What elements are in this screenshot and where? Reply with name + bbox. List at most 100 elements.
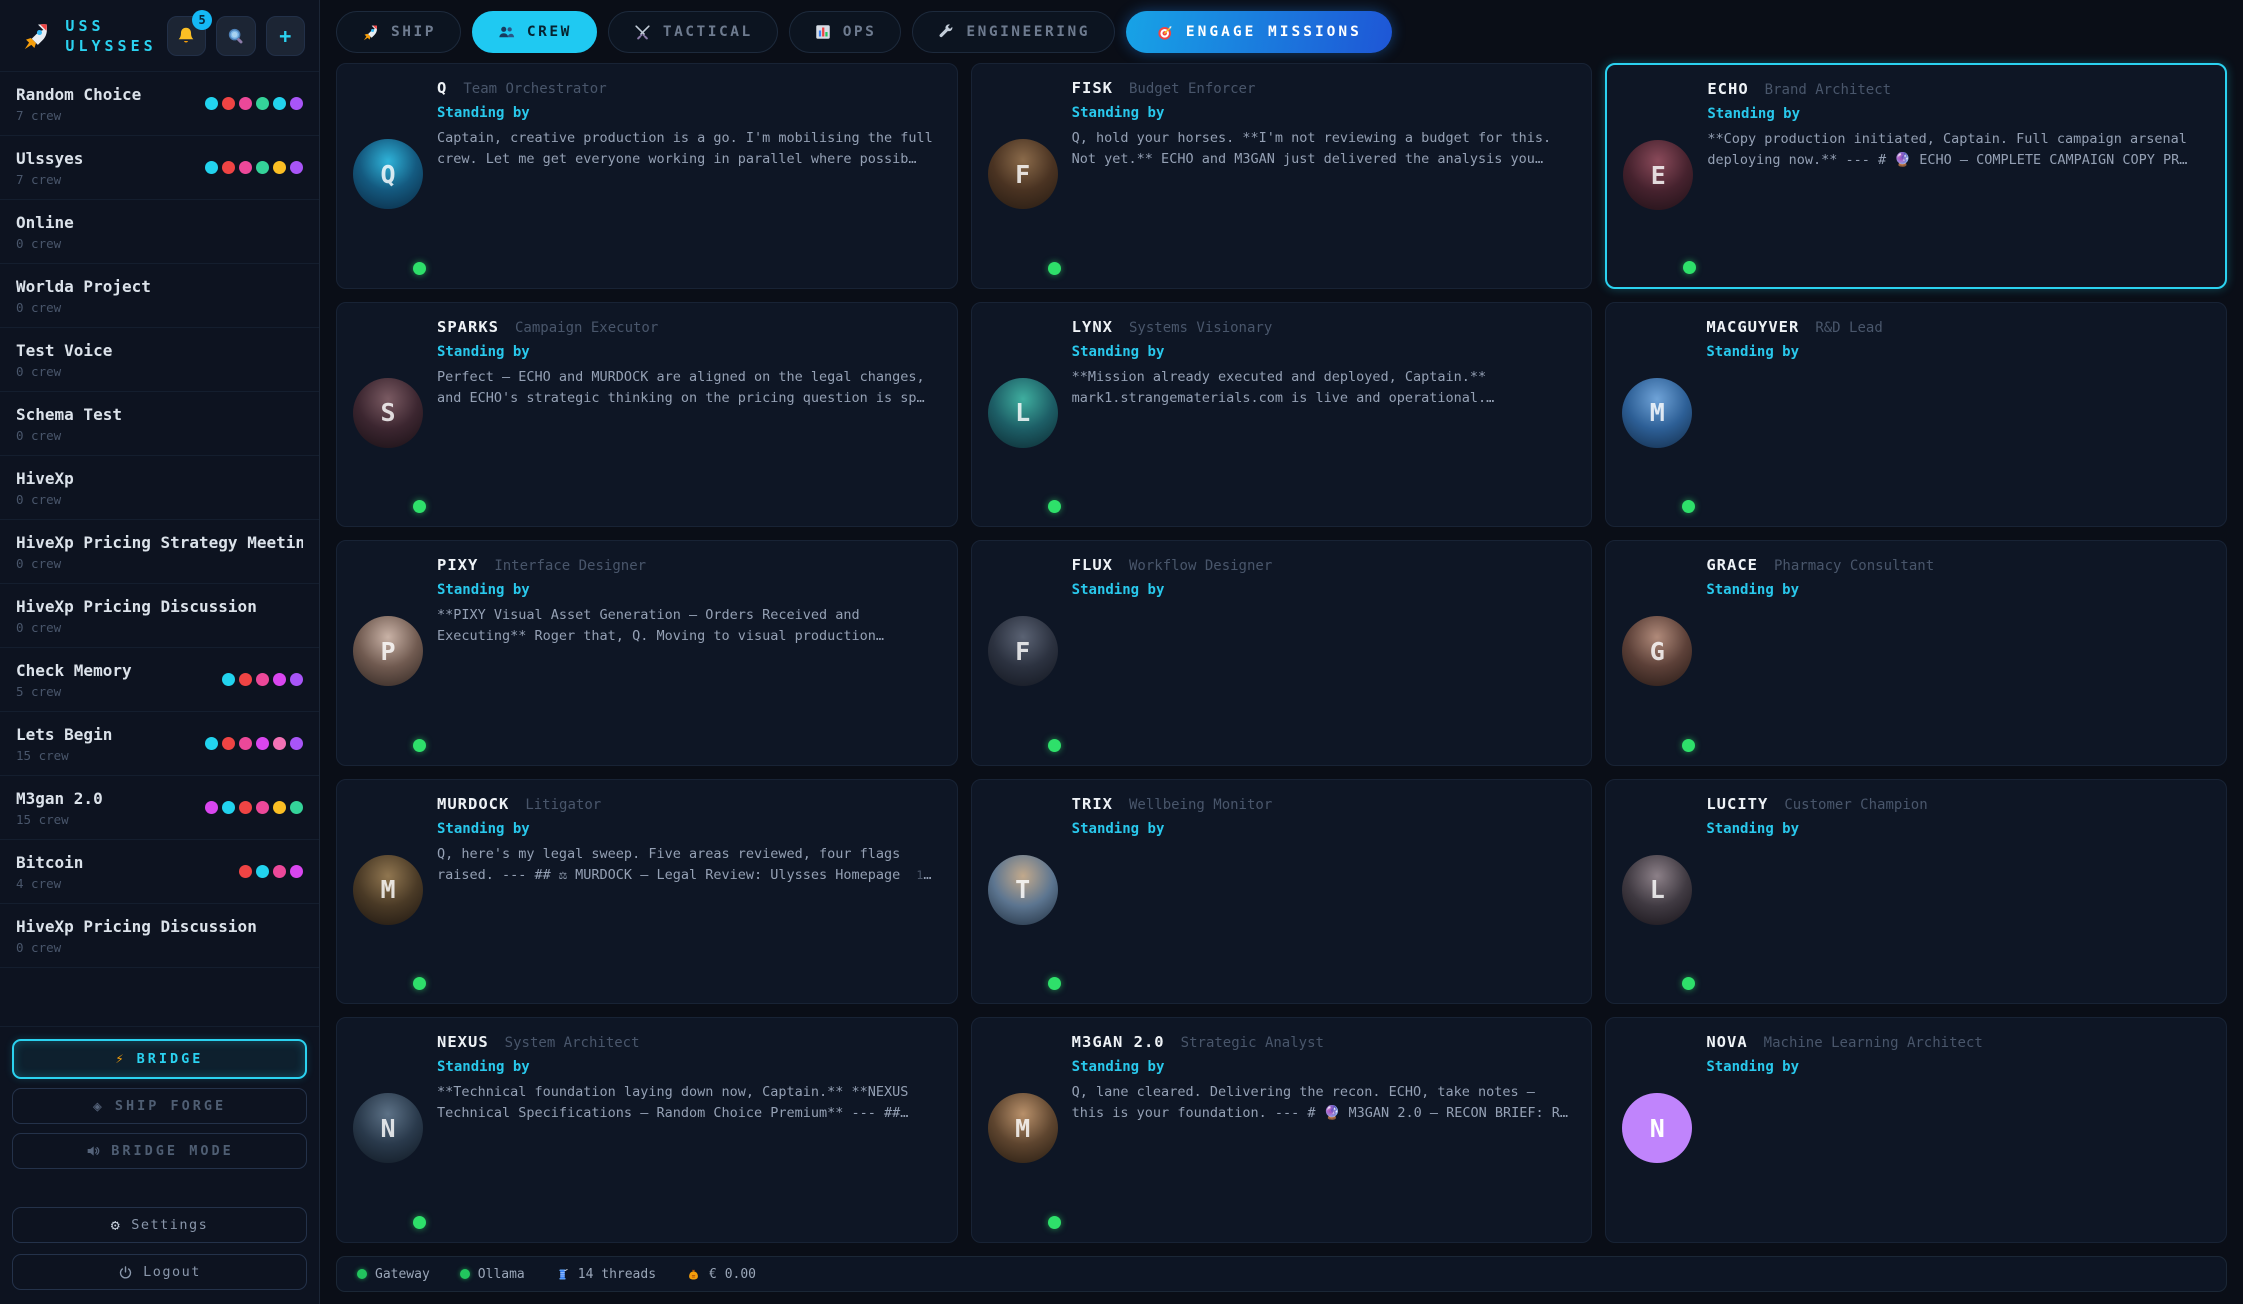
engage-missions-button[interactable]: ENGAGE MISSIONS	[1126, 11, 1392, 53]
cost-label: € 0.00	[709, 1267, 756, 1282]
avatar: L	[988, 378, 1058, 448]
online-status-dot	[413, 977, 426, 990]
sidebar-project-item[interactable]: HiveXp Pricing Discussion 0 crew	[0, 904, 319, 968]
crew-member-status: Standing by	[1706, 344, 2204, 360]
crew-card[interactable]: M MACGUYVER R&D Lead Standing by	[1605, 302, 2227, 528]
add-project-button[interactable]: +	[266, 16, 305, 56]
tab-ship[interactable]: SHIP	[336, 11, 461, 53]
sidebar-project-item[interactable]: Schema Test 0 crew	[0, 392, 319, 456]
crew-member-name: Q	[437, 79, 447, 97]
sidebar: USS ULYSSES 5 +	[0, 0, 320, 1304]
crew-card[interactable]: L LYNX Systems Visionary Standing by **M…	[971, 302, 1593, 528]
project-name: HiveXp Pricing Discussion	[16, 917, 303, 936]
tab-crew-label: CREW	[527, 24, 572, 40]
bridge-button[interactable]: ⚡ BRIDGE	[12, 1039, 307, 1079]
avatar-initial: G	[1650, 637, 1665, 666]
crew-card[interactable]: N NOVA Machine Learning Architect Standi…	[1605, 1017, 2227, 1243]
avatar-initial: M	[380, 875, 395, 904]
sidebar-project-item[interactable]: M3gan 2.0 15 crew	[0, 776, 319, 840]
crew-member-name: ECHO	[1707, 80, 1748, 98]
crew-card[interactable]: T TRIX Wellbeing Monitor Standing by	[971, 779, 1593, 1005]
crew-color-dots	[205, 97, 303, 110]
crew-card[interactable]: G GRACE Pharmacy Consultant Standing by	[1605, 540, 2227, 766]
avatar-initial: M	[1015, 1114, 1030, 1143]
crew-member-status: Standing by	[437, 105, 935, 121]
avatar: M	[353, 855, 423, 925]
crew-member-role: Wellbeing Monitor	[1129, 797, 1272, 813]
crew-card[interactable]: Q Q Team Orchestrator Standing by Captai…	[336, 63, 958, 289]
avatar: L	[1622, 855, 1692, 925]
avatar-initial: S	[380, 398, 395, 427]
avatar-initial: E	[1651, 161, 1666, 190]
crew-card[interactable]: F FISK Budget Enforcer Standing by Q, ho…	[971, 63, 1593, 289]
gear-icon: ⚙	[111, 1216, 122, 1234]
crew-member-status: Standing by	[1706, 582, 2204, 598]
search-button[interactable]	[216, 16, 255, 56]
project-name: Check Memory	[16, 661, 222, 680]
wrench-icon	[937, 23, 955, 41]
crew-member-role: Litigator	[525, 797, 601, 813]
crew-member-name: GRACE	[1706, 556, 1758, 574]
sidebar-project-item[interactable]: Ulssyes 7 crew	[0, 136, 319, 200]
crew-card[interactable]: M MURDOCK Litigator Standing by Q, here'…	[336, 779, 958, 1005]
project-crew-count: 0 crew	[16, 556, 303, 571]
settings-button[interactable]: ⚙ Settings	[12, 1207, 307, 1243]
crew-card[interactable]: L LUCITY Customer Champion Standing by	[1605, 779, 2227, 1005]
sidebar-project-item[interactable]: Lets Begin 15 crew	[0, 712, 319, 776]
sidebar-project-item[interactable]: Check Memory 5 crew	[0, 648, 319, 712]
online-status-dot	[1048, 1216, 1061, 1229]
logout-button-label: Logout	[143, 1264, 201, 1280]
crew-icon	[497, 23, 516, 42]
notifications-button[interactable]: 5	[167, 16, 206, 56]
sidebar-project-item[interactable]: Online 0 crew	[0, 200, 319, 264]
ship-forge-button[interactable]: ◈ SHIP FORGE	[12, 1088, 307, 1124]
project-crew-count: 0 crew	[16, 300, 303, 315]
crew-member-role: Customer Champion	[1784, 797, 1927, 813]
avatar: M	[988, 1093, 1058, 1163]
online-status-dot	[413, 262, 426, 275]
project-crew-count: 15 crew	[16, 812, 205, 827]
sidebar-project-item[interactable]: HiveXp Pricing Discussion 0 crew	[0, 584, 319, 648]
crew-last-message: **Mission already executed and deployed,…	[1072, 367, 1570, 409]
project-crew-count: 4 crew	[16, 876, 239, 891]
top-navigation: SHIP CREW TACTICAL	[336, 9, 2227, 63]
sidebar-project-item[interactable]: Worlda Project 0 crew	[0, 264, 319, 328]
tab-crew[interactable]: CREW	[472, 11, 597, 53]
crew-member-role: Brand Architect	[1765, 82, 1891, 98]
crew-card[interactable]: S SPARKS Campaign Executor Standing by P…	[336, 302, 958, 528]
status-bar: Gateway Ollama 14 threads	[336, 1256, 2227, 1292]
avatar: T	[988, 855, 1058, 925]
crew-card[interactable]: F FLUX Workflow Designer Standing by	[971, 540, 1593, 766]
bar-chart-icon	[814, 23, 832, 41]
tab-tactical[interactable]: TACTICAL	[608, 11, 778, 53]
sidebar-project-item[interactable]: HiveXp Pricing Strategy Meeting 0 crew	[0, 520, 319, 584]
sidebar-header: USS ULYSSES 5 +	[0, 0, 319, 71]
avatar: F	[988, 139, 1058, 209]
crew-member-status: Standing by	[1072, 821, 1570, 837]
avatar: Q	[353, 139, 423, 209]
bridge-mode-button[interactable]: BRIDGE MODE	[12, 1133, 307, 1169]
plus-icon: +	[279, 24, 291, 48]
crew-card[interactable]: P PIXY Interface Designer Standing by **…	[336, 540, 958, 766]
ship-forge-button-label: SHIP FORGE	[115, 1098, 226, 1114]
tab-ops[interactable]: OPS	[789, 11, 902, 53]
crew-member-name: LUCITY	[1706, 795, 1768, 813]
tab-engineering[interactable]: ENGINEERING	[912, 11, 1115, 53]
crew-color-dots	[205, 161, 303, 174]
crew-member-status: Standing by	[437, 582, 935, 598]
crew-card[interactable]: N NEXUS System Architect Standing by **T…	[336, 1017, 958, 1243]
sidebar-project-item[interactable]: Random Choice 7 crew	[0, 72, 319, 136]
thread-icon	[555, 1267, 570, 1282]
crew-member-role: System Architect	[505, 1035, 640, 1051]
power-icon	[118, 1265, 133, 1280]
project-crew-count: 15 crew	[16, 748, 205, 763]
sidebar-project-item[interactable]: Bitcoin 4 crew	[0, 840, 319, 904]
sidebar-project-item[interactable]: HiveXp 0 crew	[0, 456, 319, 520]
crew-member-name: MURDOCK	[437, 795, 509, 813]
crew-card[interactable]: E ECHO Brand Architect Standing by **Cop…	[1605, 63, 2227, 289]
footer-spacer	[12, 1178, 307, 1196]
logout-button[interactable]: Logout	[12, 1254, 307, 1290]
avatar: M	[1622, 378, 1692, 448]
crew-card[interactable]: M M3GAN 2.0 Strategic Analyst Standing b…	[971, 1017, 1593, 1243]
sidebar-project-item[interactable]: Test Voice 0 crew	[0, 328, 319, 392]
